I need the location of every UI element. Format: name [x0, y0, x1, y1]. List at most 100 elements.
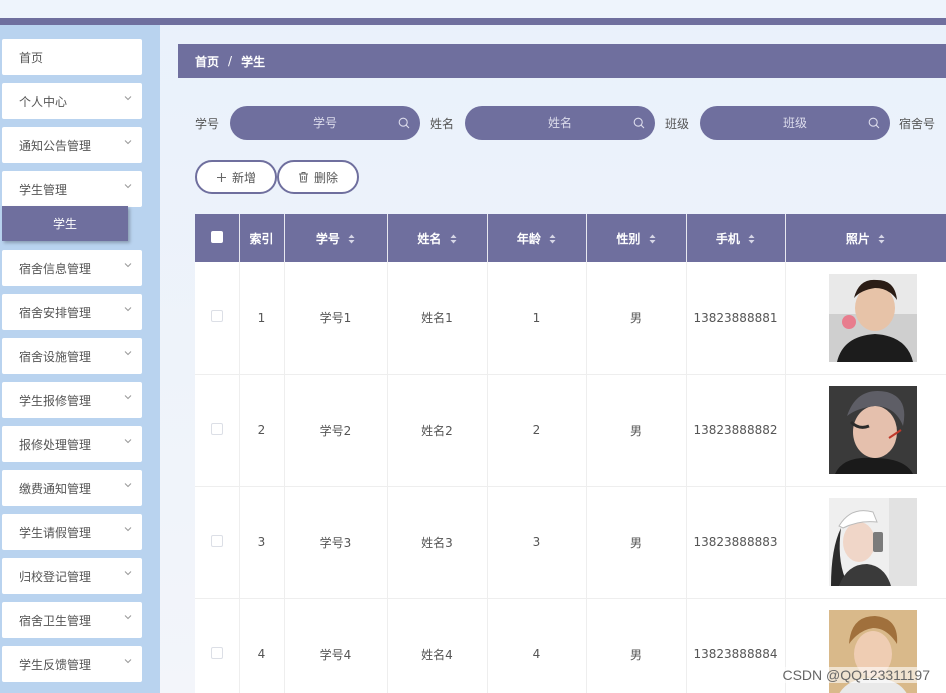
sort-icon[interactable]	[748, 234, 755, 244]
class-field	[700, 106, 890, 140]
chevron-down-icon	[124, 351, 132, 356]
sidebar-item-label: 学生请假管理	[19, 525, 92, 540]
age-cell: 1	[487, 262, 587, 375]
index-cell: 1	[239, 262, 285, 375]
sidebar-item-personal-center[interactable]: 个人中心	[2, 83, 142, 119]
sort-icon[interactable]	[450, 234, 457, 244]
chevron-down-icon	[124, 96, 132, 101]
sort-icon[interactable]	[348, 234, 355, 244]
student-table: 索引 学号 姓名 年龄 性别 手机 照片 1 学号1 姓名1 1 男 13823…	[195, 214, 946, 693]
sidebar-item-leave[interactable]: 学生请假管理	[2, 514, 142, 550]
index-cell: 2	[239, 374, 285, 487]
student-no-cell: 学号2	[284, 374, 388, 487]
sidebar-item-notice[interactable]: 通知公告管理	[2, 127, 142, 163]
sidebar-item-home[interactable]: 首页	[2, 39, 142, 75]
sidebar-item-dorm-info[interactable]: 宿舍信息管理	[2, 250, 142, 286]
column-label: 手机	[715, 231, 740, 246]
select-all-checkbox[interactable]	[210, 230, 223, 243]
breadcrumb-home[interactable]: 首页	[195, 53, 219, 70]
student-no-input[interactable]	[230, 106, 420, 140]
age-cell: 4	[487, 598, 587, 693]
header-band	[0, 18, 946, 25]
sidebar-item-repair-handle[interactable]: 报修处理管理	[2, 426, 142, 462]
name-cell: 姓名4	[387, 598, 488, 693]
sidebar-item-label: 报修处理管理	[19, 437, 92, 452]
sidebar-subitem-label: 学生	[52, 217, 77, 231]
age-cell: 2	[487, 374, 587, 487]
sidebar-item-label: 学生报修管理	[19, 393, 92, 408]
index-cell: 3	[239, 486, 285, 599]
chevron-down-icon	[124, 307, 132, 312]
phone-cell: 13823888883	[686, 486, 786, 599]
search-icon	[633, 117, 645, 129]
column-header-gender[interactable]: 性别	[586, 214, 687, 262]
sidebar-subitem-student[interactable]: 学生	[2, 206, 128, 241]
sort-icon[interactable]	[549, 234, 556, 244]
sidebar-item-fee-notice[interactable]: 缴费通知管理	[2, 470, 142, 506]
delete-button[interactable]: 删除	[277, 160, 359, 194]
table-header-row: 索引 学号 姓名 年龄 性别 手机 照片	[195, 214, 946, 262]
student-no-cell: 学号1	[284, 262, 388, 375]
sidebar-item-repair-report[interactable]: 学生报修管理	[2, 382, 142, 418]
name-label: 姓名	[430, 117, 455, 131]
class-label: 班级	[665, 117, 690, 131]
sort-icon[interactable]	[878, 234, 885, 244]
name-field	[465, 106, 655, 140]
column-label: 学号	[315, 231, 340, 246]
sidebar-item-label: 缴费通知管理	[19, 481, 92, 496]
watermark: CSDN @QQ123311197	[782, 667, 930, 683]
sidebar-item-dorm-facility[interactable]: 宿舍设施管理	[2, 338, 142, 374]
select-all-cell	[195, 214, 240, 262]
sidebar-item-label: 宿舍设施管理	[19, 349, 92, 364]
sidebar-item-feedback[interactable]: 学生反馈管理	[2, 646, 142, 682]
class-input[interactable]	[700, 106, 890, 140]
chevron-down-icon	[124, 615, 132, 620]
phone-cell: 13823888882	[686, 374, 786, 487]
sidebar-item-hygiene[interactable]: 宿舍卫生管理	[2, 602, 142, 638]
age-cell: 3	[487, 486, 587, 599]
sidebar-item-label: 个人中心	[19, 94, 68, 109]
sort-icon[interactable]	[649, 234, 656, 244]
row-checkbox[interactable]	[210, 310, 223, 323]
sidebar-item-label: 宿舍安排管理	[19, 305, 92, 320]
row-checkbox[interactable]	[210, 646, 223, 659]
column-header-photo[interactable]: 照片	[785, 214, 946, 262]
sidebar-item-label: 学生反馈管理	[19, 657, 92, 672]
sidebar-item-return[interactable]: 归校登记管理	[2, 558, 142, 594]
chevron-down-icon	[124, 527, 132, 532]
student-photo[interactable]	[828, 386, 917, 474]
column-label: 姓名	[417, 231, 442, 246]
sidebar-item-dorm-arrange[interactable]: 宿舍安排管理	[2, 294, 142, 330]
add-button[interactable]: 新增	[195, 160, 277, 194]
gender-cell: 男	[586, 374, 687, 487]
search-icon	[868, 117, 880, 129]
chevron-down-icon	[124, 571, 132, 576]
student-photo[interactable]	[828, 273, 917, 362]
chevron-down-icon	[124, 395, 132, 400]
student-no-cell: 学号3	[284, 486, 388, 599]
column-header-name[interactable]: 姓名	[387, 214, 488, 262]
column-header-student-no[interactable]: 学号	[284, 214, 388, 262]
row-checkbox[interactable]	[210, 534, 223, 547]
gender-cell: 男	[586, 262, 687, 375]
gender-cell: 男	[586, 598, 687, 693]
column-header-phone[interactable]: 手机	[686, 214, 786, 262]
name-cell: 姓名2	[387, 374, 488, 487]
sidebar-item-student-manage[interactable]: 学生管理	[2, 171, 142, 207]
column-header-age[interactable]: 年龄	[487, 214, 587, 262]
breadcrumb-separator: /	[228, 54, 233, 68]
phone-cell: 13823888881	[686, 262, 786, 375]
gender-cell: 男	[586, 486, 687, 599]
chevron-down-icon	[124, 659, 132, 664]
student-no-cell: 学号4	[284, 598, 388, 693]
name-input[interactable]	[465, 106, 655, 140]
row-select-cell	[195, 598, 240, 693]
row-checkbox[interactable]	[210, 422, 223, 435]
index-cell: 4	[239, 598, 285, 693]
chevron-down-icon	[124, 140, 132, 145]
search-form: 学号 姓名 班级 宿舍号	[195, 106, 946, 140]
sidebar-item-label: 归校登记管理	[19, 569, 92, 584]
student-photo[interactable]	[828, 498, 917, 586]
sidebar-item-label: 首页	[19, 50, 44, 65]
breadcrumb: 首页 / 学生	[178, 44, 946, 78]
